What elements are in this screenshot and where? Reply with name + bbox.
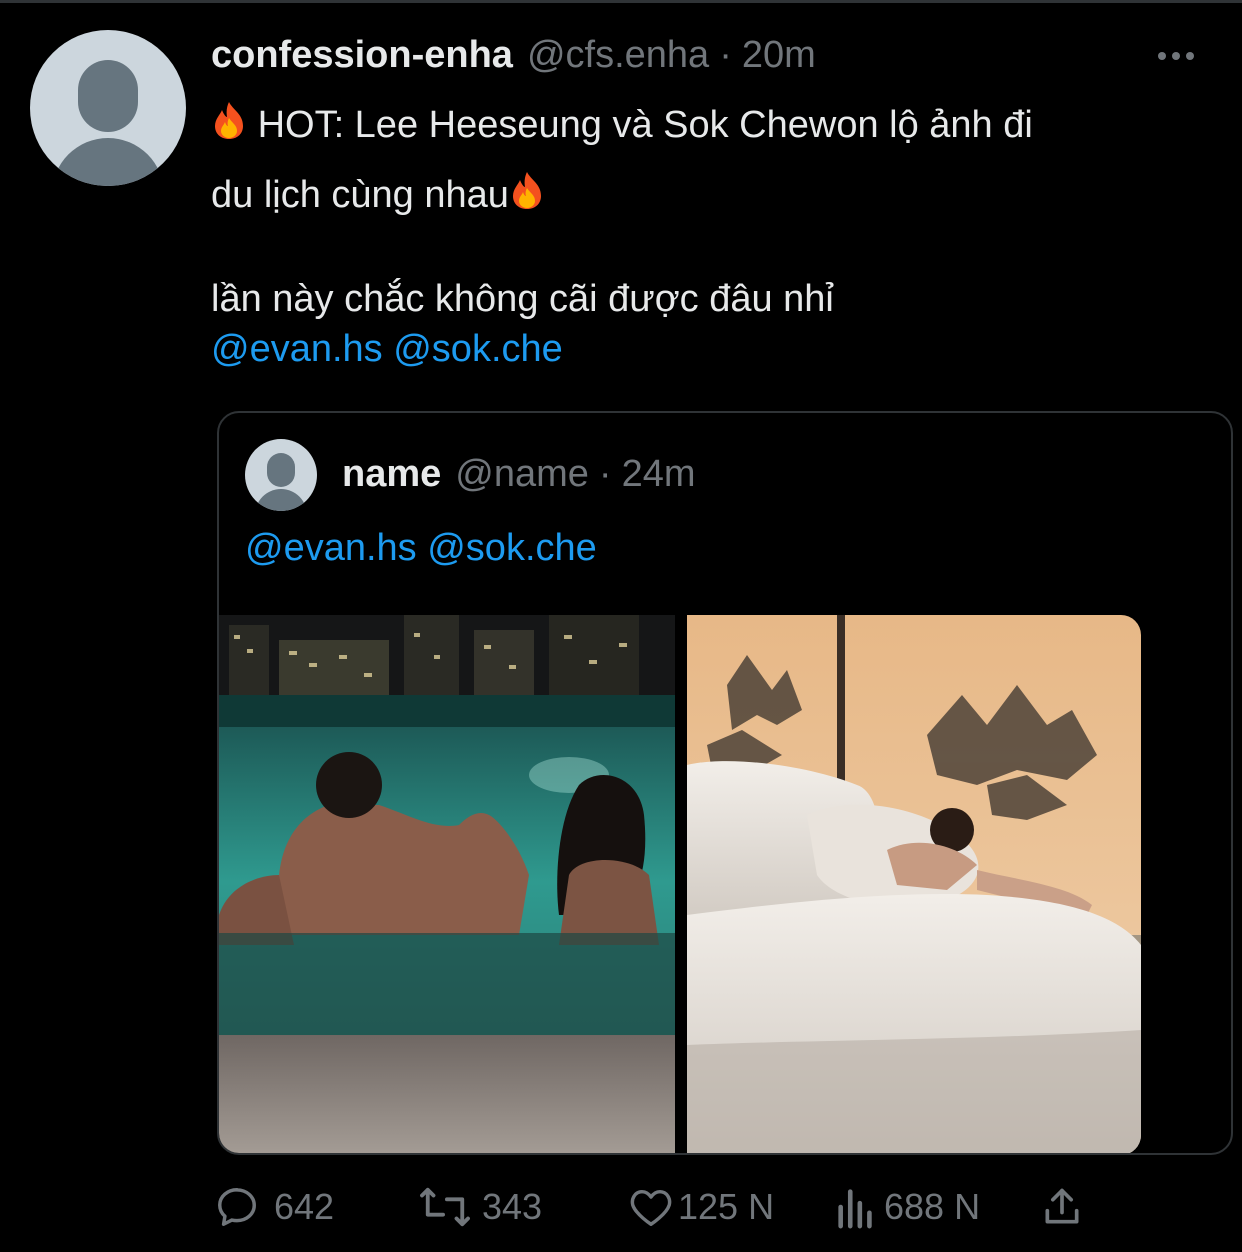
tweet-text-line-2: du lịch cùng nhau [211,170,545,217]
pool-photo-graphic [219,615,675,1153]
tweet-text-line-3: lần này chắc không cãi được đâu nhỉ [211,278,834,320]
quote-header: name @name · 24m [342,453,696,496]
quote-handle[interactable]: @name [455,453,589,496]
views-icon [838,1189,872,1229]
retweet-icon [420,1187,470,1227]
retweet-count: 343 [482,1186,543,1227]
fire-icon [512,172,541,209]
tweet-mentions: @evan.hs @sok.che [211,328,563,371]
username[interactable]: confession-enha [211,34,513,77]
quote-username[interactable]: name [342,453,441,496]
avatar-head [267,453,295,487]
tweet-line-2: du lịch cùng nhau [211,174,509,216]
mention-link[interactable]: @evan.hs [211,328,383,370]
user-handle[interactable]: @cfs.enha [527,34,709,77]
like-count: 125 N [678,1186,775,1227]
reply-count: 642 [274,1186,335,1227]
tweet-line-1: HOT: Lee Heeseung và Sok Chewon lộ ảnh đ… [257,104,1033,146]
heart-icon [630,1189,672,1226]
quote-timestamp[interactable]: 24m [622,453,696,496]
share-icon [1045,1188,1079,1224]
retweet-button[interactable]: 343 [418,1184,542,1230]
views-button[interactable]: 688 N [834,1184,980,1230]
bedroom-photo[interactable] [687,615,1141,1153]
avatar[interactable] [30,30,186,186]
more-options-icon[interactable] [1158,52,1194,60]
share-button[interactable] [1040,1184,1084,1230]
mention-link[interactable]: @sok.che [393,328,563,370]
avatar-body [255,489,307,511]
fire-icon [215,102,243,139]
avatar-body [52,138,164,186]
tweet-header: confession-enha @cfs.enha · 20m [211,34,816,82]
view-count: 688 N [884,1186,981,1227]
mention-link[interactable]: @sok.che [427,527,597,569]
separator-dot: · [598,453,612,495]
quote-avatar[interactable] [245,439,317,511]
mention-link[interactable]: @evan.hs [245,527,417,569]
tweet-text-line-1: HOT: Lee Heeseung và Sok Chewon lộ ảnh đ… [211,100,1033,147]
avatar-head [78,60,138,132]
action-bar: 642 343 125 N 688 N [0,1180,1242,1240]
reply-button[interactable]: 642 [214,1184,334,1230]
top-divider [0,0,1242,3]
pool-photo[interactable] [219,615,675,1153]
separator-dot: · [719,34,732,76]
timestamp[interactable]: 20m [742,34,816,77]
like-button[interactable]: 125 N [626,1184,774,1230]
reply-icon [218,1188,256,1226]
quoted-tweet[interactable]: name @name · 24m @evan.hs @sok.che [217,411,1233,1155]
quote-mentions: @evan.hs @sok.che [245,527,597,570]
bedroom-photo-graphic [687,615,1141,1153]
